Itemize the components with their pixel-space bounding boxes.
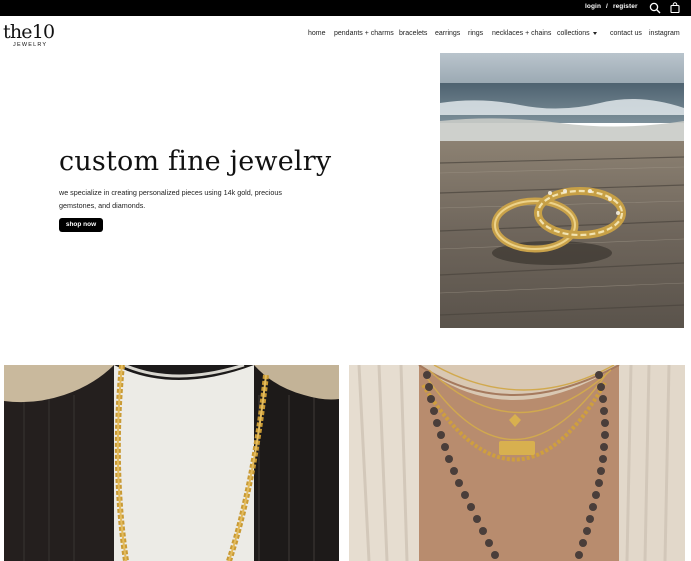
nav-item-collections[interactable]: collections [557,30,597,37]
nav-item-contact-us[interactable]: contact us [610,30,642,37]
nav-item-pendants-charms[interactable]: pendants + charms [334,30,394,37]
hero-rings-photo [440,53,684,328]
nav-item-home[interactable]: home [308,30,326,37]
brand-logo[interactable]: the10 JEWELRY [3,20,55,50]
shop-now-button[interactable]: shop now [59,218,103,232]
logo-subtitle: JEWELRY [13,42,48,48]
nav-item-instagram[interactable]: instagram [649,30,680,37]
top-utility-bar: login / register [0,0,691,16]
search-icon[interactable] [649,2,661,14]
bag-icon[interactable] [669,2,681,14]
nav-item-earrings[interactable]: earrings [435,30,460,37]
nav-item-collections-label: collections [557,30,590,37]
product-tile-necklaces-photo[interactable] [349,365,685,561]
hero-title: custom fine jewelry [59,146,332,177]
nav-item-necklaces-chains[interactable]: necklaces + chains [492,30,551,37]
nav-item-rings[interactable]: rings [468,30,483,37]
hero-subtitle: we specialize in creating personalized p… [59,188,282,210]
account-links: login / register [585,3,638,10]
product-tile-chains-photo[interactable] [4,365,339,561]
caret-down-icon [592,31,597,35]
nav-item-bracelets[interactable]: bracelets [399,30,427,37]
auth-separator: / [606,3,608,10]
logo-wordmark: the10 [3,21,55,43]
login-link[interactable]: login [585,3,601,10]
register-link[interactable]: register [613,3,638,10]
